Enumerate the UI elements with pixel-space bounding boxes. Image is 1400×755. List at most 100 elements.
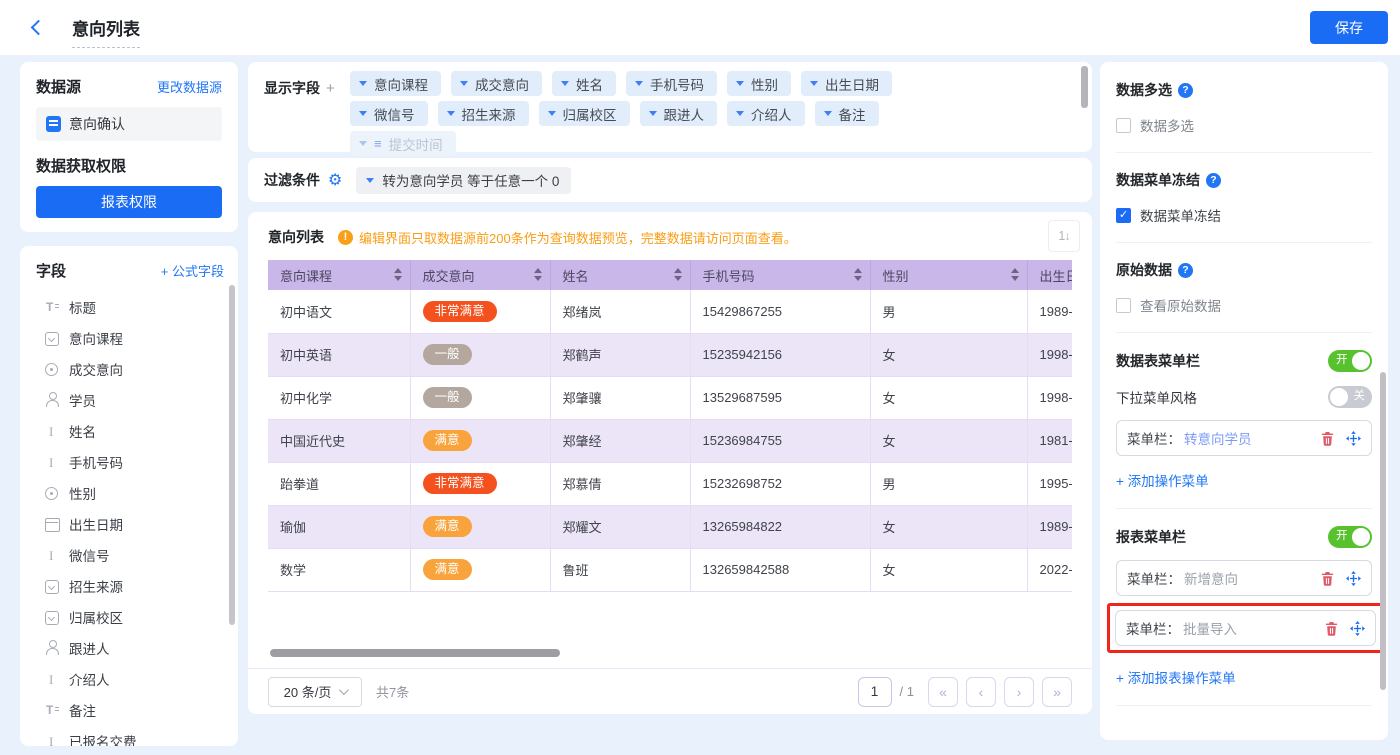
cell-name: 郑耀文 [550,505,690,548]
add-display-field-button[interactable]: + [326,80,335,97]
dropdown-style-toggle[interactable]: 关 [1328,386,1372,408]
checkbox[interactable] [1116,208,1131,223]
cell-gender: 女 [870,548,1027,591]
field-item[interactable]: 标题 [36,291,224,322]
settings-scrollbar[interactable] [1380,372,1386,690]
menu-item-box-highlighted[interactable]: 菜单栏： 批量导入 [1115,610,1376,646]
page-number-input[interactable] [858,677,892,707]
report-menu-toggle[interactable]: 开 [1328,526,1372,548]
filter-condition-chip[interactable]: 转为意向学员 等于任意一个 0 [356,167,571,194]
table-menu-toggle[interactable]: 开 [1328,350,1372,372]
checkbox[interactable] [1116,118,1131,133]
back-button[interactable] [30,20,46,36]
field-chip[interactable]: 备注 [815,101,879,126]
formula-field-link[interactable]: + 公式字段 [161,261,224,280]
menu-item-box[interactable]: 菜单栏： 新增意向 [1116,560,1372,596]
last-page-button[interactable]: » [1042,677,1072,707]
field-item[interactable]: 归属校区 [36,601,224,632]
field-item[interactable]: 手机号码 [36,446,224,477]
trash-icon[interactable] [1320,571,1335,586]
table-row: 中国近代史 满意 郑肇经 15236984755 女 1981-06- [268,419,1072,462]
cell-name: 郑慕倩 [550,462,690,505]
column-header[interactable]: 出生日期 [1027,260,1072,290]
gear-icon[interactable]: ⚙ [328,170,342,190]
save-button[interactable]: 保存 [1310,11,1388,44]
menu-item-box[interactable]: 菜单栏： 转意向学员 [1116,420,1372,456]
title-field-icon [44,702,60,718]
pagination-bar: 20 条/页 共7条 / 1 « ‹ › » [248,668,1092,714]
field-item[interactable]: 微信号 [36,539,224,570]
next-page-button[interactable]: › [1004,677,1034,707]
page-title: 意向列表 [72,15,140,48]
field-chip-disabled[interactable]: ≡提交时间 [350,131,456,156]
move-icon[interactable] [1346,571,1361,586]
field-chip[interactable]: 跟进人 [640,101,718,126]
field-chip[interactable]: 出生日期 [801,71,892,96]
help-icon[interactable]: ? [1178,263,1193,278]
column-header[interactable]: 意向课程 [268,260,410,290]
field-chip[interactable]: 姓名 [552,71,616,96]
move-icon[interactable] [1346,431,1361,446]
report-permission-button[interactable]: 报表权限 [36,186,222,218]
field-item[interactable]: 出生日期 [36,508,224,539]
column-header[interactable]: 成交意向 [410,260,550,290]
chevron-down-icon [736,111,744,116]
field-item[interactable]: 成交意向 [36,353,224,384]
toggle-knob [1352,352,1370,370]
sort-order-icon[interactable] [1048,220,1080,252]
report-builder-screen: 意向列表 保存 数据源 更改数据源 意向确认 数据获取权限 报表权限 字段 + … [0,0,1400,755]
field-item[interactable]: 跟进人 [36,632,224,663]
field-item[interactable]: 学员 [36,384,224,415]
column-header[interactable]: 手机号码 [690,260,870,290]
chip-label: 性别 [751,74,778,94]
field-chip[interactable]: 性别 [727,71,791,96]
field-chip[interactable]: 归属校区 [539,101,630,126]
field-chip[interactable]: 介绍人 [727,101,805,126]
trash-icon[interactable] [1320,431,1335,446]
status-badge: 非常满意 [423,301,497,323]
column-header[interactable]: 姓名 [550,260,690,290]
multi-select-checkbox-row[interactable]: 数据多选 [1116,115,1372,135]
sort-arrows-icon[interactable] [854,268,862,281]
change-datasource-link[interactable]: 更改数据源 [157,77,222,96]
column-header[interactable]: 性别 [870,260,1027,290]
field-chip[interactable]: 招生来源 [438,101,529,126]
field-item[interactable]: 意向课程 [36,322,224,353]
trash-icon[interactable] [1324,621,1339,636]
add-operation-menu-link[interactable]: + 添加操作菜单 [1116,470,1209,490]
page-size-select[interactable]: 20 条/页 [268,677,362,707]
field-item[interactable]: 招生来源 [36,570,224,601]
field-chip[interactable]: 微信号 [350,101,428,126]
prev-page-button[interactable]: ‹ [966,677,996,707]
help-icon[interactable]: ? [1206,173,1221,188]
field-chip[interactable]: 意向课程 [350,71,441,96]
checkbox-label: 数据多选 [1140,115,1194,135]
menu-freeze-checkbox-row[interactable]: 数据菜单冻结 [1116,205,1372,225]
sort-arrows-icon[interactable] [1011,268,1019,281]
checkbox[interactable] [1116,298,1131,313]
sort-arrows-icon[interactable] [394,268,402,281]
sort-arrows-icon[interactable] [674,268,682,281]
field-item[interactable]: 备注 [36,694,224,725]
datasource-item[interactable]: 意向确认 [36,107,222,141]
display-fields-label: 显示字段+ [264,71,350,143]
fields-title: 字段 [36,260,66,281]
field-item[interactable]: 性别 [36,477,224,508]
cell-intent: 非常满意 [410,462,550,505]
chips-scrollbar[interactable] [1081,66,1088,108]
raw-data-checkbox-row[interactable]: 查看原始数据 [1116,295,1372,315]
add-report-menu-link[interactable]: + 添加报表操作菜单 [1116,667,1236,687]
move-icon[interactable] [1350,621,1365,636]
cell-course: 跆拳道 [268,462,410,505]
sort-arrows-icon[interactable] [534,268,542,281]
field-item[interactable]: 介绍人 [36,663,224,694]
help-icon[interactable]: ? [1178,83,1193,98]
field-item[interactable]: 姓名 [36,415,224,446]
field-chip[interactable]: 成交意向 [451,71,542,96]
field-item[interactable]: 已报名交费 [36,725,224,746]
horizontal-scrollbar[interactable] [270,649,560,657]
fields-scrollbar[interactable] [229,285,235,625]
first-page-button[interactable]: « [928,677,958,707]
field-chip[interactable]: 手机号码 [626,71,717,96]
chevron-down-icon [447,111,455,116]
